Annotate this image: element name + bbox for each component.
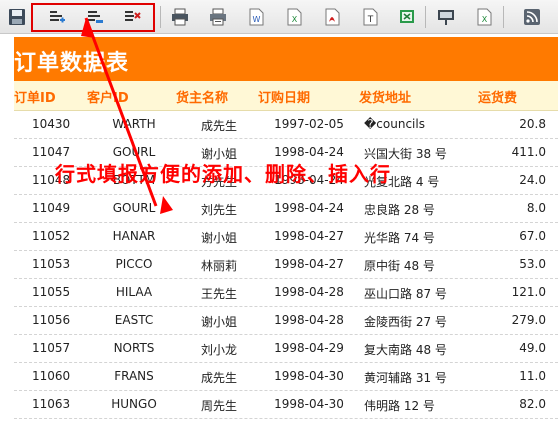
cell-order-id[interactable]: 11063	[32, 397, 92, 411]
cell-owner-name[interactable]: 王先生	[184, 285, 254, 302]
table-row[interactable]: 11057 NORTS 刘小龙 1998-04-29 复大南路 48 号 49.0	[14, 335, 558, 363]
cell-order-id[interactable]: 11060	[32, 369, 92, 383]
rss-icon[interactable]	[521, 6, 543, 28]
print-icon[interactable]	[169, 6, 191, 28]
cell-freight[interactable]: 20.8	[484, 117, 546, 131]
cell-customer-id[interactable]: NORTS	[94, 341, 174, 355]
cell-order-date[interactable]: 1998-04-24	[259, 201, 359, 215]
export-pdf-icon[interactable]	[321, 6, 343, 28]
table-row[interactable]: 11052 HANAR 谢小姐 1998-04-27 光华路 74 号 67.0	[14, 223, 558, 251]
cell-order-id[interactable]: 11049	[32, 201, 92, 215]
cell-order-date[interactable]: 1998-04-29	[259, 341, 359, 355]
cell-address[interactable]: 金陵西街 27 号	[364, 313, 484, 330]
column-header-address: 发货地址	[359, 91, 412, 106]
cell-owner-name[interactable]: 周先生	[184, 397, 254, 414]
row-tools-highlight-box	[31, 3, 155, 32]
table-row[interactable]: 11056 EASTC 谢小姐 1998-04-28 金陵西街 27 号 279.0	[14, 307, 558, 335]
import-excel-icon[interactable]	[397, 6, 419, 28]
cell-freight[interactable]: 24.0	[484, 173, 546, 187]
cell-order-id[interactable]: 11053	[32, 257, 92, 271]
cell-order-id[interactable]: 11055	[32, 285, 92, 299]
column-header-customer-id: 客户ID	[87, 91, 129, 106]
cell-customer-id[interactable]: GOURL	[94, 201, 174, 215]
cell-freight[interactable]: 82.0	[484, 397, 546, 411]
cell-order-id[interactable]: 11047	[32, 145, 92, 159]
export-text-icon[interactable]: T	[359, 6, 381, 28]
cell-freight[interactable]: 411.0	[484, 145, 546, 159]
export-word-icon[interactable]: W	[245, 6, 267, 28]
column-header-order-date: 订购日期	[258, 91, 311, 106]
annotation-text: 行式填报方便的添加、删除、插入行	[55, 162, 391, 186]
cell-owner-name[interactable]: 成先生	[184, 369, 254, 386]
toolbar: W X T X	[0, 0, 558, 34]
cell-customer-id[interactable]: PICCO	[94, 257, 174, 271]
presentation-icon[interactable]	[435, 6, 457, 28]
toolbar-separator	[503, 6, 504, 28]
column-header-freight: 运货费	[478, 91, 518, 106]
cell-order-date[interactable]: 1998-04-28	[259, 313, 359, 327]
cell-order-id[interactable]: 10430	[32, 117, 92, 131]
save-icon[interactable]	[6, 6, 28, 28]
cell-freight[interactable]: 67.0	[484, 229, 546, 243]
table-row[interactable]: 11049 GOURL 刘先生 1998-04-24 忠良路 28 号 8.0	[14, 195, 558, 223]
cell-address[interactable]: 伟明路 12 号	[364, 397, 484, 414]
excel-glyph-2: X	[482, 15, 488, 24]
cell-owner-name[interactable]: 刘小龙	[184, 341, 254, 358]
table-row[interactable]: 11055 HILAA 王先生 1998-04-28 巫山口路 87 号 121.0	[14, 279, 558, 307]
cell-customer-id[interactable]: HUNGO	[94, 397, 174, 411]
cell-order-date[interactable]: 1998-04-28	[259, 285, 359, 299]
report-title: 订单数据表	[14, 51, 130, 76]
cell-customer-id[interactable]: GOURL	[94, 145, 174, 159]
cell-freight[interactable]: 121.0	[484, 285, 546, 299]
cell-order-date[interactable]: 1997-02-05	[259, 117, 359, 131]
cell-freight[interactable]: 49.0	[484, 341, 546, 355]
cell-customer-id[interactable]: WARTH	[94, 117, 174, 131]
cell-order-date[interactable]: 1998-04-30	[259, 397, 359, 411]
cell-address[interactable]: 忠良路 28 号	[364, 201, 484, 218]
cell-customer-id[interactable]: FRANS	[94, 369, 174, 383]
toolbar-separator	[160, 6, 161, 28]
cell-freight[interactable]: 11.0	[484, 369, 546, 383]
cell-address[interactable]: 黄河辅路 31 号	[364, 369, 484, 386]
table-header: 订单ID 客户ID 货主名称 订购日期 发货地址 运货费	[14, 81, 558, 111]
cell-order-date[interactable]: 1998-04-24	[259, 145, 359, 159]
table-row[interactable]: 11063 HUNGO 周先生 1998-04-30 伟明路 12 号 82.0	[14, 391, 558, 419]
cell-owner-name[interactable]: 成先生	[184, 117, 254, 134]
cell-freight[interactable]: 8.0	[484, 201, 546, 215]
cell-customer-id[interactable]: HILAA	[94, 285, 174, 299]
toolbar-separator	[425, 6, 426, 28]
column-header-order-id: 订单ID	[14, 91, 56, 106]
cell-freight[interactable]: 53.0	[484, 257, 546, 271]
cell-owner-name[interactable]: 刘先生	[184, 201, 254, 218]
cell-owner-name[interactable]: 谢小姐	[184, 313, 254, 330]
report-title-bar: 订单数据表	[14, 37, 558, 81]
cell-order-date[interactable]: 1998-04-27	[259, 257, 359, 271]
cell-order-id[interactable]: 11052	[32, 229, 92, 243]
cell-address[interactable]: �councils	[364, 117, 484, 131]
cell-order-date[interactable]: 1998-04-30	[259, 369, 359, 383]
table-row[interactable]: 11060 FRANS 成先生 1998-04-30 黄河辅路 31 号 11.0	[14, 363, 558, 391]
cell-customer-id[interactable]: EASTC	[94, 313, 174, 327]
print-setup-icon[interactable]	[207, 6, 229, 28]
cell-address[interactable]: 复大南路 48 号	[364, 341, 484, 358]
export-excel-icon[interactable]: X	[283, 6, 305, 28]
table-row[interactable]: 10430 WARTH 成先生 1997-02-05 �councils 20.8	[14, 111, 558, 139]
cell-order-id[interactable]: 11056	[32, 313, 92, 327]
cell-freight[interactable]: 279.0	[484, 313, 546, 327]
excel-plus-icon[interactable]: X	[473, 6, 495, 28]
cell-address[interactable]: 巫山口路 87 号	[364, 285, 484, 302]
column-header-owner-name: 货主名称	[176, 91, 229, 106]
cell-address[interactable]: 原中街 48 号	[364, 257, 484, 274]
cell-customer-id[interactable]: HANAR	[94, 229, 174, 243]
cell-address[interactable]: 光华路 74 号	[364, 229, 484, 246]
table-row[interactable]: 11053 PICCO 林丽莉 1998-04-27 原中街 48 号 53.0	[14, 251, 558, 279]
cell-order-id[interactable]: 11057	[32, 341, 92, 355]
word-glyph: W	[253, 15, 261, 24]
excel-glyph: X	[292, 15, 298, 24]
cell-order-date[interactable]: 1998-04-27	[259, 229, 359, 243]
text-glyph: T	[367, 15, 374, 25]
cell-owner-name[interactable]: 谢小姐	[184, 229, 254, 246]
cell-owner-name[interactable]: 林丽莉	[184, 257, 254, 274]
